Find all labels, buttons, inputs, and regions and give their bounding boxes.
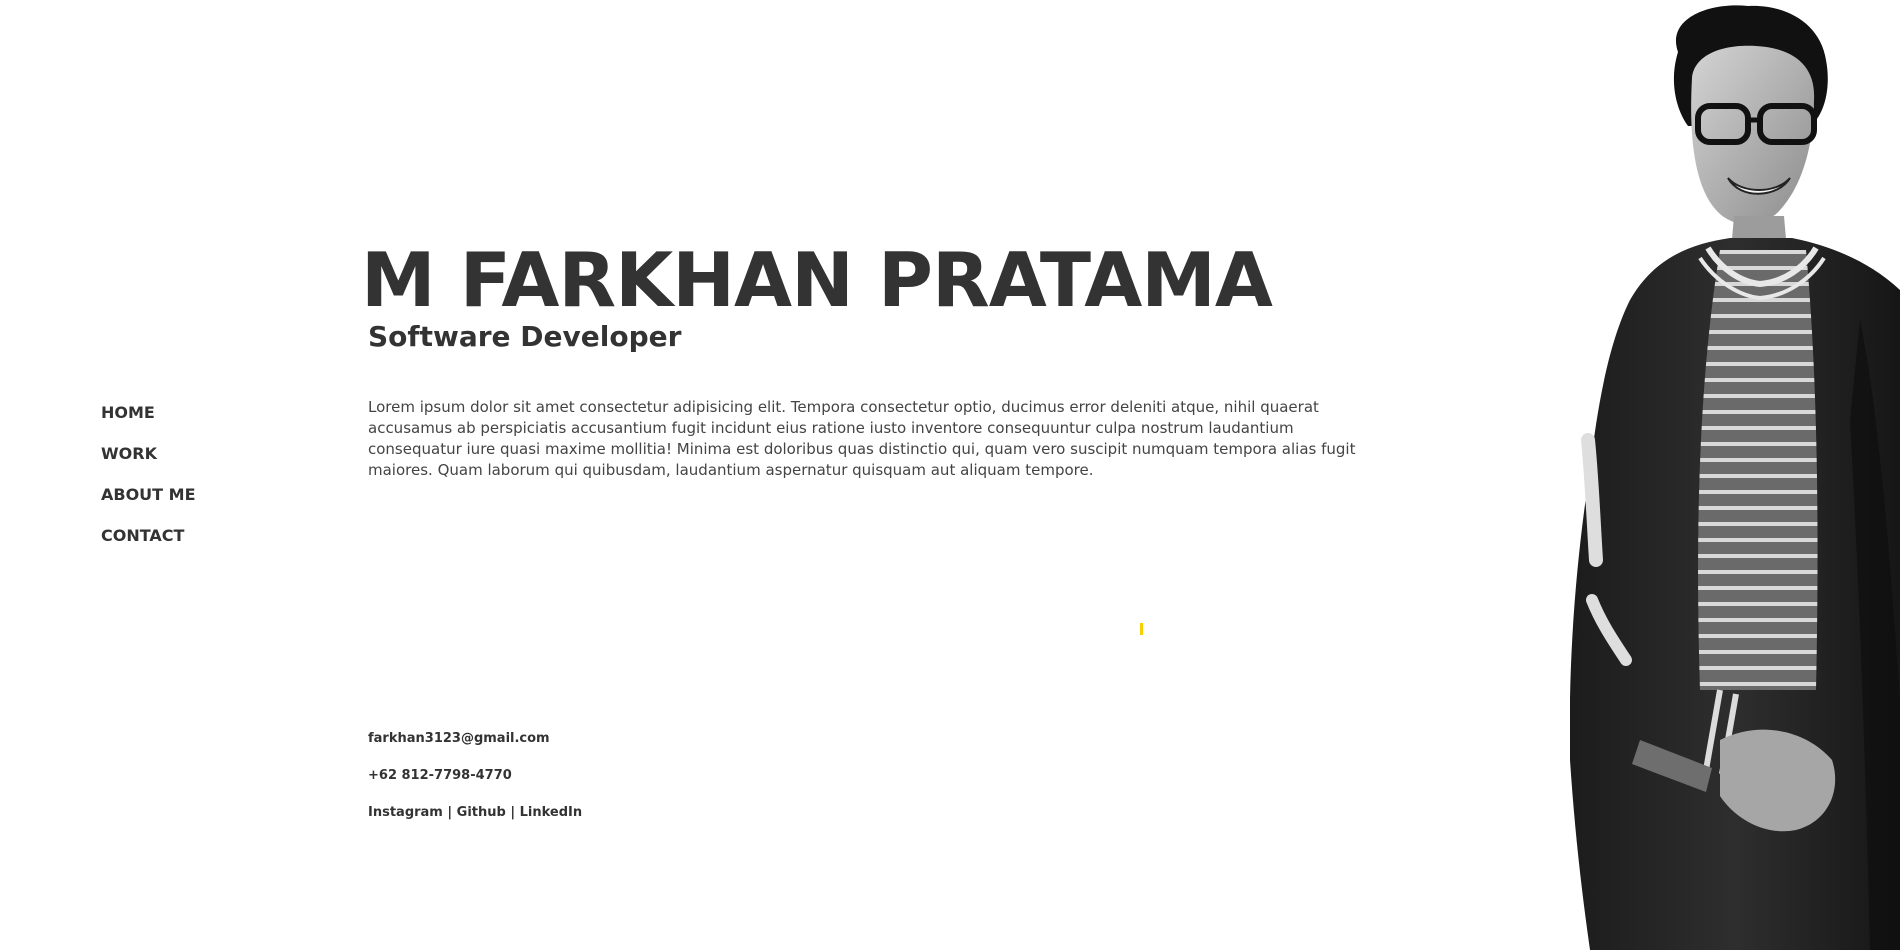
- main-nav: HOME WORK ABOUT ME CONTACT: [101, 403, 196, 567]
- hero-name: M FARKHAN PRATAMA: [361, 236, 1273, 324]
- hero-role: Software Developer: [368, 320, 682, 353]
- contact-email[interactable]: farkhan3123@gmail.com: [368, 730, 582, 748]
- hero-bio: Lorem ipsum dolor sit amet consectetur a…: [368, 398, 1356, 479]
- nav-item-work[interactable]: WORK: [101, 444, 196, 464]
- github-link[interactable]: Github: [457, 805, 506, 820]
- social-separator: |: [505, 805, 520, 820]
- contact-block: farkhan3123@gmail.com +62 812-7798-4770 …: [368, 730, 582, 841]
- portfolio-page: HOME WORK ABOUT ME CONTACT M FARKHAN PRA…: [0, 0, 1900, 950]
- nav-item-about-me[interactable]: ABOUT ME: [101, 485, 196, 505]
- nav-item-home[interactable]: HOME: [101, 403, 196, 423]
- social-separator: |: [442, 805, 457, 820]
- linkedin-link[interactable]: LinkedIn: [520, 805, 583, 820]
- social-links: Instagram | Github | LinkedIn: [368, 804, 582, 822]
- instagram-link[interactable]: Instagram: [368, 805, 443, 820]
- contact-phone[interactable]: +62 812-7798-4770: [368, 767, 582, 785]
- nav-item-contact[interactable]: CONTACT: [101, 526, 196, 546]
- accent-marker: [1140, 623, 1143, 635]
- portrait-photo: [1570, 5, 1900, 950]
